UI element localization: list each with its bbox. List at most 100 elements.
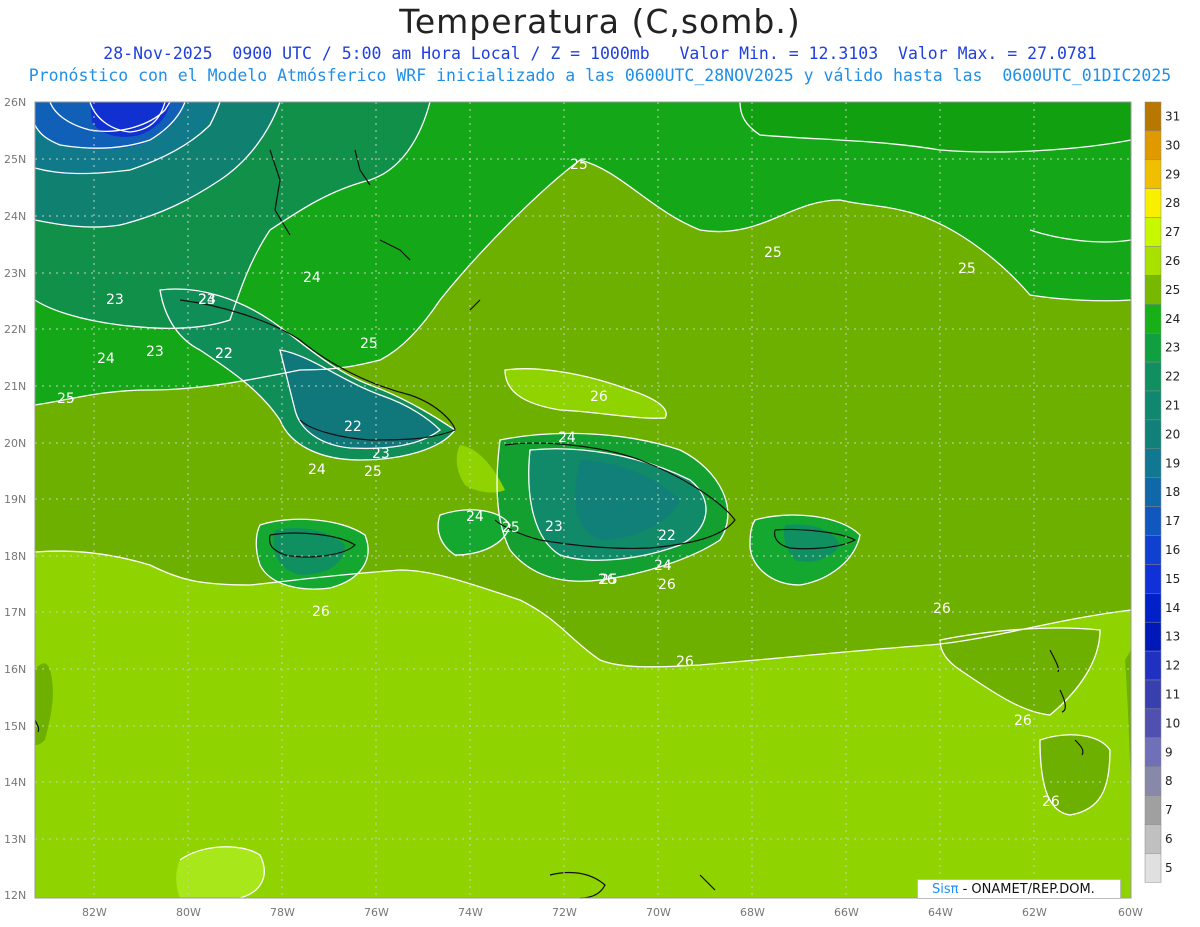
colorbar-swatch [1144, 101, 1162, 132]
colorbar-label: 14 [1165, 601, 1180, 615]
color-scale-bar: 31 30 29 28 27 26 25 24 23 22 21 20 19 18 17 16 15 14 13 12… [1144, 101, 1180, 883]
lat-label: 14N [4, 776, 26, 789]
colorbar-label: 24 [1165, 312, 1180, 326]
colorbar-swatch [1144, 506, 1162, 536]
colorbar-label: 6 [1165, 832, 1173, 846]
lat-label: 18N [4, 550, 26, 563]
colorbar-swatch [1144, 650, 1162, 681]
lon-label: 68W [740, 906, 765, 919]
colorbar-swatch [1144, 448, 1162, 478]
contour-label: 24 [308, 462, 326, 478]
contour-label: 24 [303, 270, 321, 286]
colorbar-label: 17 [1165, 514, 1180, 528]
colorbar-swatch [1144, 419, 1162, 450]
contour-label: 23 [372, 446, 390, 462]
lat-label: 15N [4, 720, 26, 733]
lat-label: 22N [4, 323, 26, 336]
colorbar-swatch [1144, 304, 1162, 334]
contour-label: 22 [215, 346, 233, 362]
colorbar-swatch [1144, 593, 1162, 623]
lon-label: 76W [364, 906, 389, 919]
colorbar-label: 11 [1165, 687, 1180, 701]
lat-label: 13N [4, 833, 26, 846]
colorbar-label: 27 [1165, 225, 1180, 239]
colorbar-label: 8 [1165, 774, 1173, 788]
colorbar-swatch [1144, 159, 1162, 189]
colorbar-swatch [1144, 535, 1162, 565]
colorbar-swatch [1144, 795, 1162, 825]
contour-label: 26 [590, 389, 608, 405]
lat-label: 12N [4, 889, 26, 902]
colorbar-label: 12 [1165, 659, 1180, 673]
colorbar-label: 21 [1165, 398, 1180, 412]
contour-label: 25 [764, 245, 782, 261]
contour-label: 25 [364, 464, 382, 480]
contour-label: 26 [1014, 713, 1032, 729]
colorbar-label: 28 [1165, 196, 1180, 210]
colorbar-label: 30 [1165, 138, 1180, 152]
longitude-labels: 82W 80W 78W 76W 74W 72W 70W 68W 66W 64W … [82, 906, 1143, 919]
lon-label: 74W [458, 906, 483, 919]
contour-label: 25 [360, 336, 378, 352]
colorbar-swatch [1144, 332, 1162, 363]
colorbar-label: 19 [1165, 456, 1180, 470]
contour-label: 22 [344, 419, 362, 435]
contour-label: 25 [600, 572, 618, 588]
latitude-labels: 26N 25N 24N 23N 22N 21N 20N 19N 18N 17N … [4, 96, 26, 902]
lat-label: 16N [4, 663, 26, 676]
lat-label: 20N [4, 437, 26, 450]
lon-label: 78W [270, 906, 295, 919]
colorbar-label: 5 [1165, 861, 1173, 875]
contour-label: 24 [654, 558, 672, 574]
lon-label: 66W [834, 906, 859, 919]
contour-label: 23 [545, 519, 563, 535]
lon-label: 64W [928, 906, 953, 919]
colorbar-label: 7 [1165, 803, 1173, 817]
lat-label: 23N [4, 267, 26, 280]
contour-label: 24 [97, 351, 115, 367]
colorbar-swatch [1144, 130, 1162, 161]
contour-label: 23 [198, 292, 216, 308]
colorbar-label: 10 [1165, 716, 1180, 730]
lon-label: 82W [82, 906, 107, 919]
lat-label: 26N [4, 96, 26, 109]
colorbar-swatch [1144, 477, 1162, 507]
lat-label: 17N [4, 606, 26, 619]
lon-label: 60W [1118, 906, 1143, 919]
contour-label: 23 [106, 292, 124, 308]
colorbar-swatch [1144, 275, 1162, 305]
colorbar-label: 26 [1165, 254, 1180, 268]
contour-label: 25 [502, 520, 520, 536]
lat-label: 19N [4, 493, 26, 506]
colorbar-label: 20 [1165, 427, 1180, 441]
colorbar-swatch [1144, 246, 1162, 276]
lat-label: 21N [4, 380, 26, 393]
temperature-map: 26N 25N 24N 23N 22N 21N 20N 19N 18N 17N … [4, 96, 1180, 919]
lon-label: 62W [1022, 906, 1047, 919]
colorbar-swatch [1144, 853, 1162, 883]
contour-label: 26 [933, 601, 951, 617]
contour-label: 26 [658, 577, 676, 593]
colorbar-label: 23 [1165, 341, 1180, 355]
colorbar-label: 15 [1165, 572, 1180, 586]
contour-label: 22 [658, 528, 676, 544]
credit-box: Sisπ - ONAMET/REP.DOM. [917, 879, 1121, 899]
colorbar-swatch [1144, 564, 1162, 594]
colorbar-swatch [1144, 621, 1162, 652]
lon-label: 80W [176, 906, 201, 919]
colorbar-label: 31 [1165, 109, 1180, 123]
colorbar-swatch [1144, 708, 1162, 739]
contour-label: 26 [676, 654, 694, 670]
colorbar-label: 13 [1165, 630, 1180, 644]
contour-label: 26 [1042, 794, 1060, 810]
credit-text: - ONAMET/REP.DOM. [958, 882, 1095, 897]
lat-label: 25N [4, 153, 26, 166]
contour-label: 25 [57, 391, 75, 407]
colorbar-label: 9 [1165, 745, 1173, 759]
colorbar-label: 18 [1165, 485, 1180, 499]
colorbar-swatch [1144, 390, 1162, 421]
colorbar-label: 25 [1165, 283, 1180, 297]
brand-logo-text: Sisπ [932, 882, 959, 897]
contour-label: 25 [570, 157, 588, 173]
contour-label: 25 [958, 261, 976, 277]
